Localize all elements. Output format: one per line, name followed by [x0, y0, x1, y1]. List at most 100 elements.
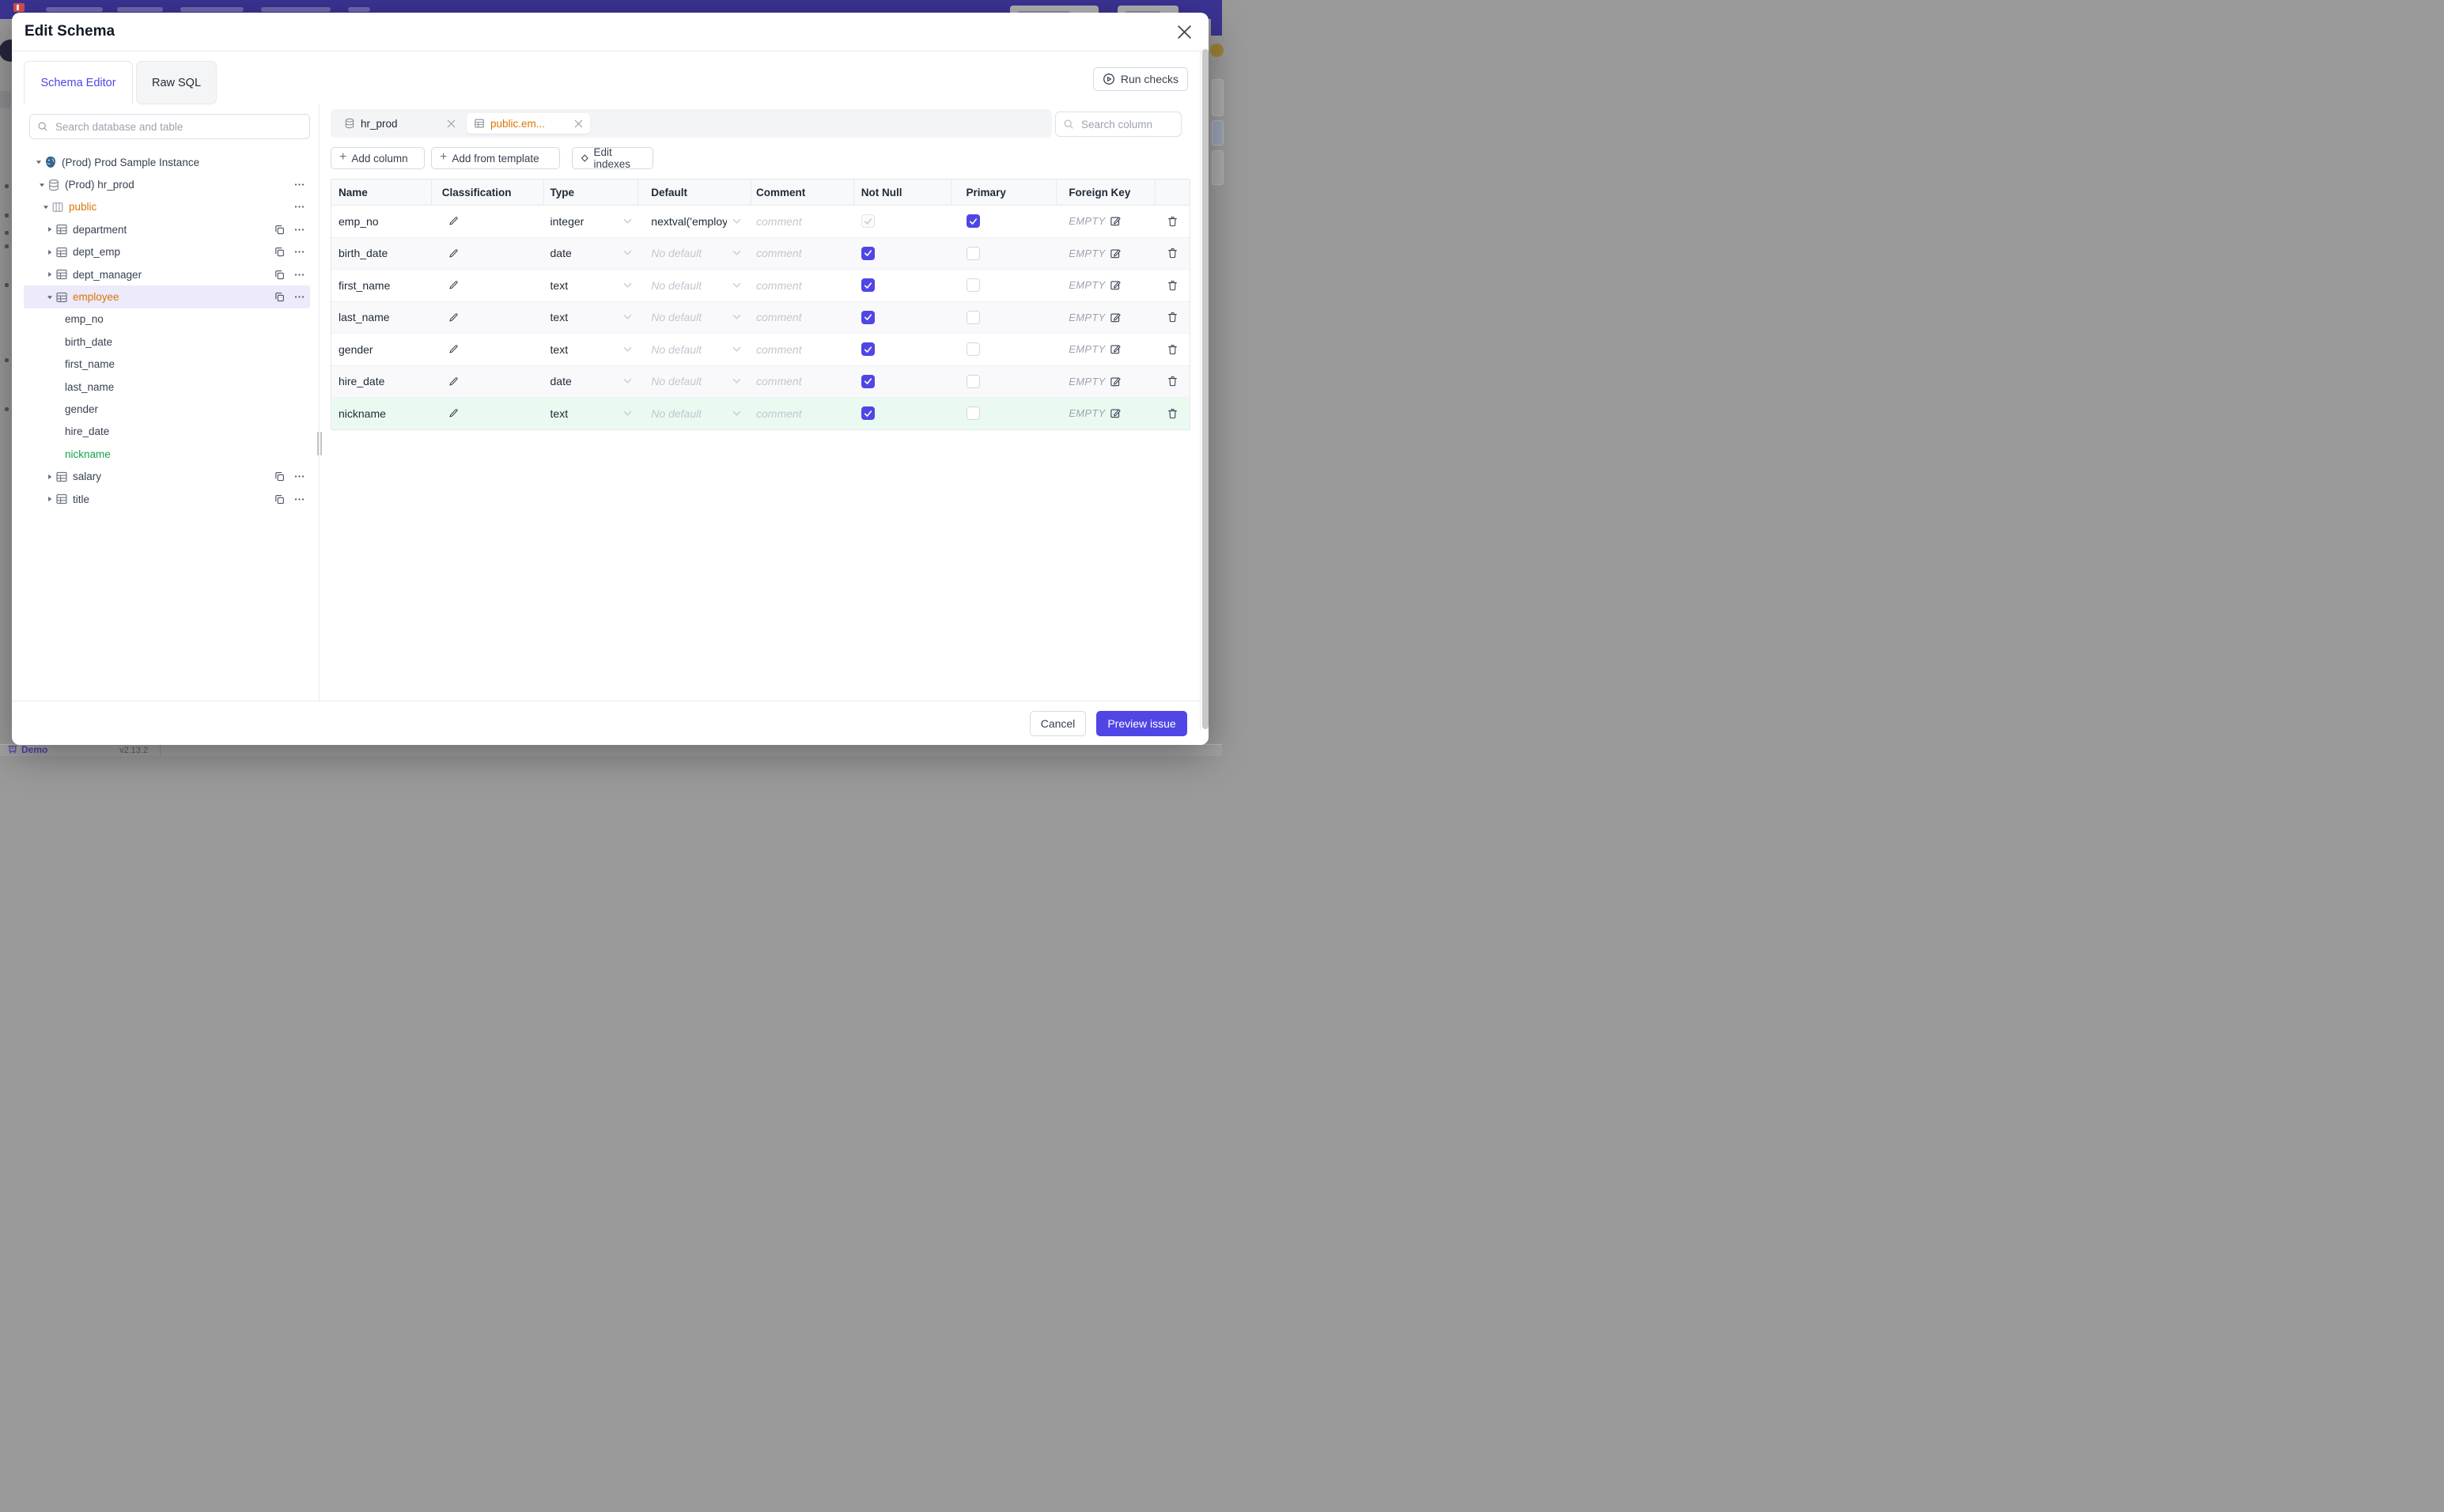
- sidebar-item-first_name[interactable]: first_name: [24, 353, 310, 376]
- caret-right-icon[interactable]: [44, 248, 55, 256]
- sidebar-item-dept_emp[interactable]: dept_emp: [24, 241, 310, 263]
- add-column-button[interactable]: + Add column: [331, 147, 425, 169]
- caret-right-icon[interactable]: [44, 473, 55, 481]
- tab-schema-editor[interactable]: Schema Editor: [24, 61, 133, 104]
- primary-checkbox[interactable]: [966, 310, 980, 324]
- sidebar-item-nickname[interactable]: nickname: [24, 443, 310, 465]
- modal-scrollbar[interactable]: [1202, 49, 1209, 729]
- editor-tab-public-employee[interactable]: public.em...: [467, 113, 590, 134]
- sidebar-item-salary[interactable]: salary: [24, 465, 310, 487]
- sidebar-item--prod-hr_prod[interactable]: (Prod) hr_prod: [24, 173, 310, 195]
- database-search-input[interactable]: [54, 119, 302, 134]
- sidebar-item-department[interactable]: department: [24, 218, 310, 240]
- more-options-icon[interactable]: [293, 269, 305, 281]
- classification-edit-icon[interactable]: [448, 376, 460, 387]
- column-name-cell[interactable]: nickname: [331, 398, 432, 429]
- type-select[interactable]: text: [544, 334, 639, 365]
- comment-input[interactable]: comment: [751, 366, 854, 398]
- column-name-cell[interactable]: hire_date: [331, 366, 432, 398]
- copy-icon[interactable]: [274, 493, 286, 505]
- delete-column-icon[interactable]: [1167, 311, 1178, 323]
- edit-foreign-key-icon[interactable]: [1110, 248, 1122, 259]
- add-from-template-button[interactable]: + Add from template: [431, 147, 560, 169]
- primary-checkbox[interactable]: [966, 406, 980, 421]
- primary-checkbox[interactable]: [966, 342, 980, 357]
- primary-checkbox[interactable]: [966, 374, 980, 388]
- sidebar-item-emp_no[interactable]: emp_no: [24, 308, 310, 331]
- classification-edit-icon[interactable]: [448, 312, 460, 323]
- type-select[interactable]: text: [544, 398, 639, 429]
- edit-indexes-button[interactable]: Edit indexes: [572, 146, 653, 170]
- primary-checkbox[interactable]: [966, 214, 980, 229]
- panel-resize-handle[interactable]: [316, 430, 323, 457]
- classification-edit-icon[interactable]: [448, 215, 460, 227]
- copy-icon[interactable]: [274, 246, 286, 258]
- sidebar-item-dept_manager[interactable]: dept_manager: [24, 263, 310, 285]
- sidebar-item-employee[interactable]: employee: [24, 285, 310, 308]
- column-search-input[interactable]: [1080, 117, 1174, 131]
- delete-column-icon[interactable]: [1167, 375, 1178, 387]
- classification-edit-icon[interactable]: [448, 343, 460, 355]
- comment-input[interactable]: comment: [751, 270, 854, 301]
- caret-down-icon[interactable]: [33, 158, 44, 166]
- default-select[interactable]: No default: [638, 238, 751, 270]
- sidebar-item--prod-prod-sample-instance[interactable]: (Prod) Prod Sample Instance: [24, 151, 310, 173]
- tab-raw-sql[interactable]: Raw SQL: [136, 61, 217, 104]
- comment-input[interactable]: comment: [751, 302, 854, 334]
- edit-foreign-key-icon[interactable]: [1110, 343, 1122, 355]
- close-icon[interactable]: [1175, 23, 1193, 40]
- default-select[interactable]: No default: [638, 270, 751, 301]
- caret-down-icon[interactable]: [40, 203, 51, 211]
- primary-checkbox[interactable]: [966, 278, 980, 293]
- delete-column-icon[interactable]: [1167, 407, 1178, 420]
- more-options-icon[interactable]: [293, 179, 305, 191]
- copy-icon[interactable]: [274, 224, 286, 236]
- default-select[interactable]: nextval('employ: [638, 206, 751, 237]
- column-name-cell[interactable]: gender: [331, 334, 432, 365]
- type-select[interactable]: integer: [544, 206, 639, 237]
- copy-icon[interactable]: [274, 291, 286, 303]
- edit-foreign-key-icon[interactable]: [1110, 407, 1122, 419]
- column-name-cell[interactable]: birth_date: [331, 238, 432, 270]
- classification-edit-icon[interactable]: [448, 279, 460, 291]
- editor-tab-hr-prod[interactable]: hr_prod: [337, 113, 463, 134]
- run-checks-button[interactable]: Run checks: [1092, 67, 1188, 91]
- column-name-cell[interactable]: emp_no: [331, 206, 432, 237]
- not-null-checkbox[interactable]: [861, 374, 875, 388]
- more-options-icon[interactable]: [293, 224, 305, 236]
- delete-column-icon[interactable]: [1167, 279, 1178, 292]
- caret-down-icon[interactable]: [36, 181, 47, 189]
- edit-foreign-key-icon[interactable]: [1110, 279, 1122, 291]
- column-name-cell[interactable]: last_name: [331, 302, 432, 334]
- caret-right-icon[interactable]: [44, 225, 55, 233]
- edit-foreign-key-icon[interactable]: [1110, 312, 1122, 323]
- caret-down-icon[interactable]: [44, 293, 55, 301]
- type-select[interactable]: date: [544, 238, 639, 270]
- comment-input[interactable]: comment: [751, 398, 854, 429]
- more-options-icon[interactable]: [293, 493, 305, 505]
- comment-input[interactable]: comment: [751, 206, 854, 237]
- delete-column-icon[interactable]: [1167, 343, 1178, 356]
- not-null-checkbox[interactable]: [861, 342, 875, 357]
- classification-edit-icon[interactable]: [448, 248, 460, 259]
- sidebar-item-public[interactable]: public: [24, 196, 310, 218]
- sidebar-item-birth_date[interactable]: birth_date: [24, 331, 310, 353]
- not-null-checkbox[interactable]: [861, 310, 875, 324]
- default-select[interactable]: No default: [638, 302, 751, 334]
- delete-column-icon[interactable]: [1167, 247, 1178, 259]
- close-tab-icon[interactable]: [574, 119, 583, 128]
- type-select[interactable]: text: [544, 270, 639, 301]
- delete-column-icon[interactable]: [1167, 215, 1178, 228]
- more-options-icon[interactable]: [293, 471, 305, 482]
- comment-input[interactable]: comment: [751, 238, 854, 270]
- not-null-checkbox[interactable]: [861, 406, 875, 421]
- close-tab-icon[interactable]: [447, 119, 456, 128]
- edit-foreign-key-icon[interactable]: [1110, 215, 1122, 227]
- sidebar-item-gender[interactable]: gender: [24, 398, 310, 420]
- type-select[interactable]: text: [544, 302, 639, 334]
- more-options-icon[interactable]: [293, 201, 305, 213]
- sidebar-item-hire_date[interactable]: hire_date: [24, 421, 310, 443]
- caret-right-icon[interactable]: [44, 495, 55, 503]
- type-select[interactable]: date: [544, 366, 639, 398]
- copy-icon[interactable]: [274, 269, 286, 281]
